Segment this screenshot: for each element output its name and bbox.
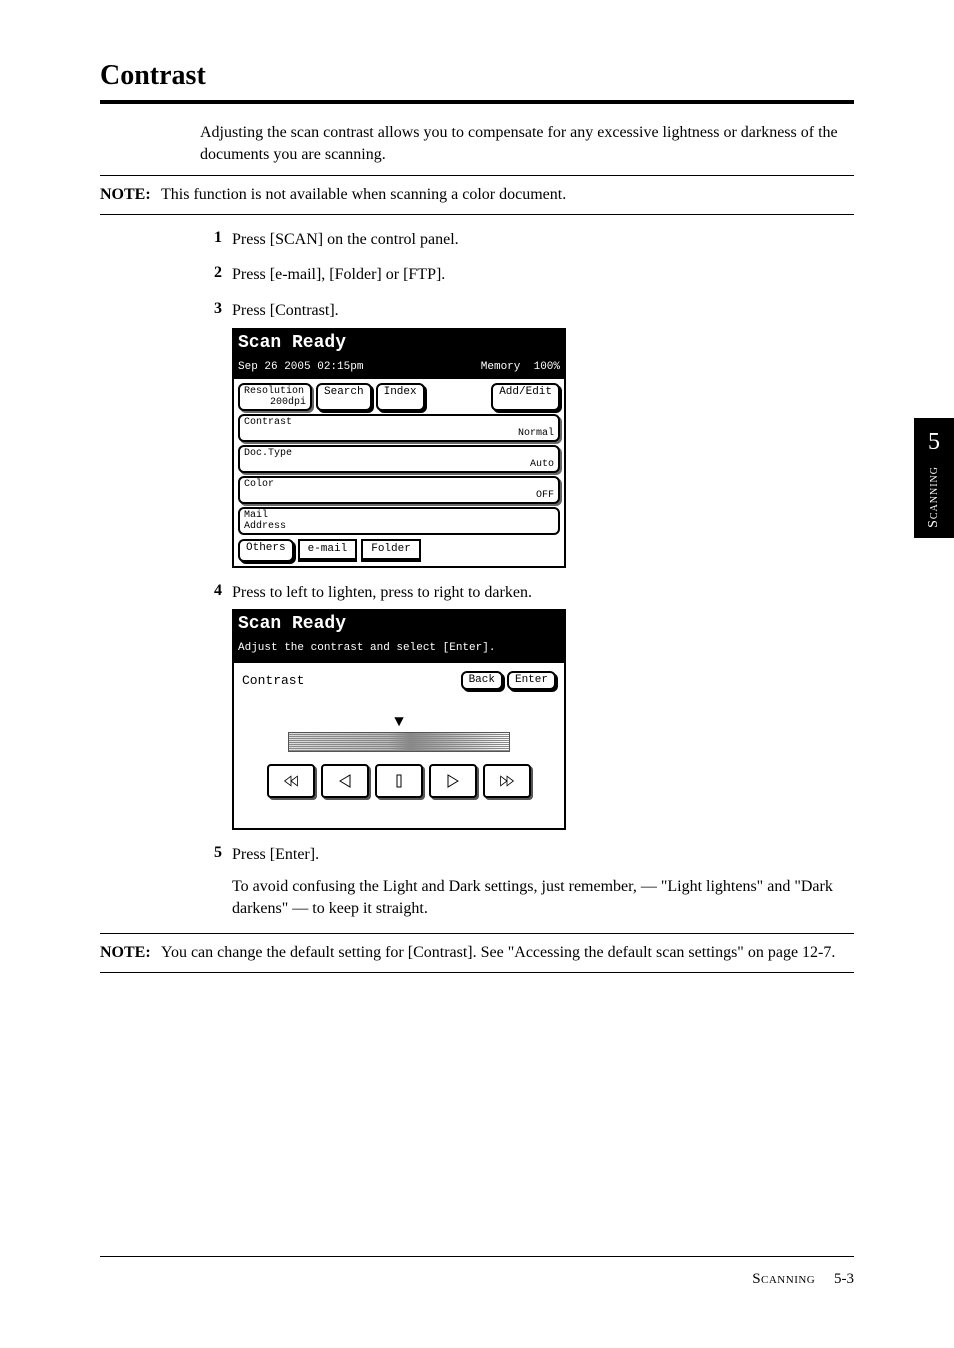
mail-address-button[interactable]: Mail Address (238, 507, 560, 535)
divider (100, 972, 854, 973)
double-left-arrow-icon (283, 774, 299, 788)
note-label: NOTE: (100, 184, 155, 206)
lcd-top-row: Contrast Back Enter (242, 671, 556, 690)
chapter-side-tab: 5 Scanning (914, 418, 954, 538)
lcd-title: Scan Ready (232, 328, 566, 358)
others-button[interactable]: Others (238, 539, 294, 562)
lcd-subtitle: Adjust the contrast and select [Enter]. (232, 639, 566, 661)
step-5: 5 Press [Enter]. To avoid confusing the … (200, 844, 854, 919)
lcd-body: Resolution 200dpi Search Index Add/Edit … (232, 377, 566, 568)
color-button[interactable]: Color OFF (238, 476, 560, 504)
intro-paragraph: Adjusting the scan contrast allows you t… (200, 122, 854, 165)
step-extra-text: To avoid confusing the Light and Dark se… (232, 876, 854, 919)
steps-list: 1 Press [SCAN] on the control panel. 2 P… (200, 229, 854, 919)
step-text: Press [SCAN] on the control panel. (232, 229, 854, 251)
lcd-top-row: Resolution 200dpi Search Index Add/Edit (238, 383, 560, 411)
double-right-arrow-icon (499, 774, 515, 788)
step-number: 5 (200, 844, 222, 862)
lcd-title: Scan Ready (232, 609, 566, 639)
step-body: Press to left to lighten, press to right… (232, 582, 854, 831)
left-arrow-icon (337, 774, 353, 788)
contrast-slider: ▼ (242, 714, 556, 798)
footer-rule (100, 1256, 854, 1257)
step-1: 1 Press [SCAN] on the control panel. (200, 229, 854, 251)
step-2: 2 Press [e-mail], [Folder] or [FTP]. (200, 264, 854, 286)
back-button[interactable]: Back (461, 671, 503, 690)
step-text: Press [Enter]. (232, 844, 854, 866)
step-text: Press to left to lighten, press to right… (232, 584, 532, 601)
step-number: 2 (200, 264, 222, 282)
divider (100, 175, 854, 176)
doctype-button[interactable]: Doc.Type Auto (238, 445, 560, 473)
footer-text: Scanning 5-3 (100, 1271, 854, 1288)
folder-tab[interactable]: Folder (361, 539, 421, 562)
divider (100, 933, 854, 934)
enter-button[interactable]: Enter (507, 671, 556, 690)
lcd-status-bar: Sep 26 2005 02:15pm Memory 100% (232, 358, 566, 377)
step-text: Press [Contrast]. (232, 302, 339, 319)
note-label: NOTE: (100, 942, 155, 964)
step-number: 1 (200, 229, 222, 247)
note-text: This function is not available when scan… (161, 184, 566, 206)
center-bar-icon (391, 774, 407, 788)
note-1: NOTE: This function is not available whe… (100, 184, 854, 206)
note-2: NOTE: You can change the default setting… (100, 942, 854, 964)
title-rule (100, 100, 854, 104)
chapter-label: Scanning (926, 466, 942, 528)
lcd-left-column: Contrast Normal Doc.Type Auto Color OFF (238, 414, 560, 535)
slider-buttons (242, 764, 556, 798)
add-edit-button[interactable]: Add/Edit (491, 383, 560, 411)
page-footer: Scanning 5-3 (100, 1256, 854, 1288)
search-button[interactable]: Search (316, 383, 372, 411)
darken-fast-button[interactable] (483, 764, 531, 798)
lcd-body: Contrast Back Enter ▼ (232, 661, 566, 830)
step-body: Press [Contrast]. Scan Ready Sep 26 2005… (232, 300, 854, 568)
lcd-screen-contrast: Scan Ready Adjust the contrast and selec… (232, 609, 566, 830)
darken-button[interactable] (429, 764, 477, 798)
lcd-bottom-row: Others e-mail Folder (238, 539, 560, 562)
right-arrow-icon (445, 774, 461, 788)
divider (100, 214, 854, 215)
index-button[interactable]: Index (376, 383, 425, 411)
page-title: Contrast (100, 60, 854, 92)
footer-section: Scanning (752, 1271, 815, 1287)
step-3: 3 Press [Contrast]. Scan Ready Sep 26 20… (200, 300, 854, 568)
step-number: 4 (200, 582, 222, 600)
lcd-screen-scan-ready: Scan Ready Sep 26 2005 02:15pm Memory 10… (232, 328, 566, 568)
contrast-button[interactable]: Contrast Normal (238, 414, 560, 442)
lighten-fast-button[interactable] (267, 764, 315, 798)
footer-page-number: 5-3 (834, 1271, 854, 1287)
step-text: Press [e-mail], [Folder] or [FTP]. (232, 264, 854, 286)
note-text: You can change the default setting for [… (161, 942, 835, 964)
lcd-datetime: Sep 26 2005 02:15pm (238, 360, 363, 375)
contrast-label: Contrast (242, 672, 304, 690)
slider-pointer-icon: ▼ (242, 714, 556, 730)
step-4: 4 Press to left to lighten, press to rig… (200, 582, 854, 831)
resolution-button[interactable]: Resolution 200dpi (238, 383, 312, 411)
step-body: Press [Enter]. To avoid confusing the Li… (232, 844, 854, 919)
lcd-memory: Memory 100% (481, 360, 560, 375)
step-number: 3 (200, 300, 222, 318)
chapter-number: 5 (928, 429, 940, 456)
lighten-button[interactable] (321, 764, 369, 798)
page: Contrast Adjusting the scan contrast all… (0, 0, 954, 1348)
center-button[interactable] (375, 764, 423, 798)
slider-track[interactable] (288, 732, 510, 752)
email-tab[interactable]: e-mail (298, 539, 358, 562)
